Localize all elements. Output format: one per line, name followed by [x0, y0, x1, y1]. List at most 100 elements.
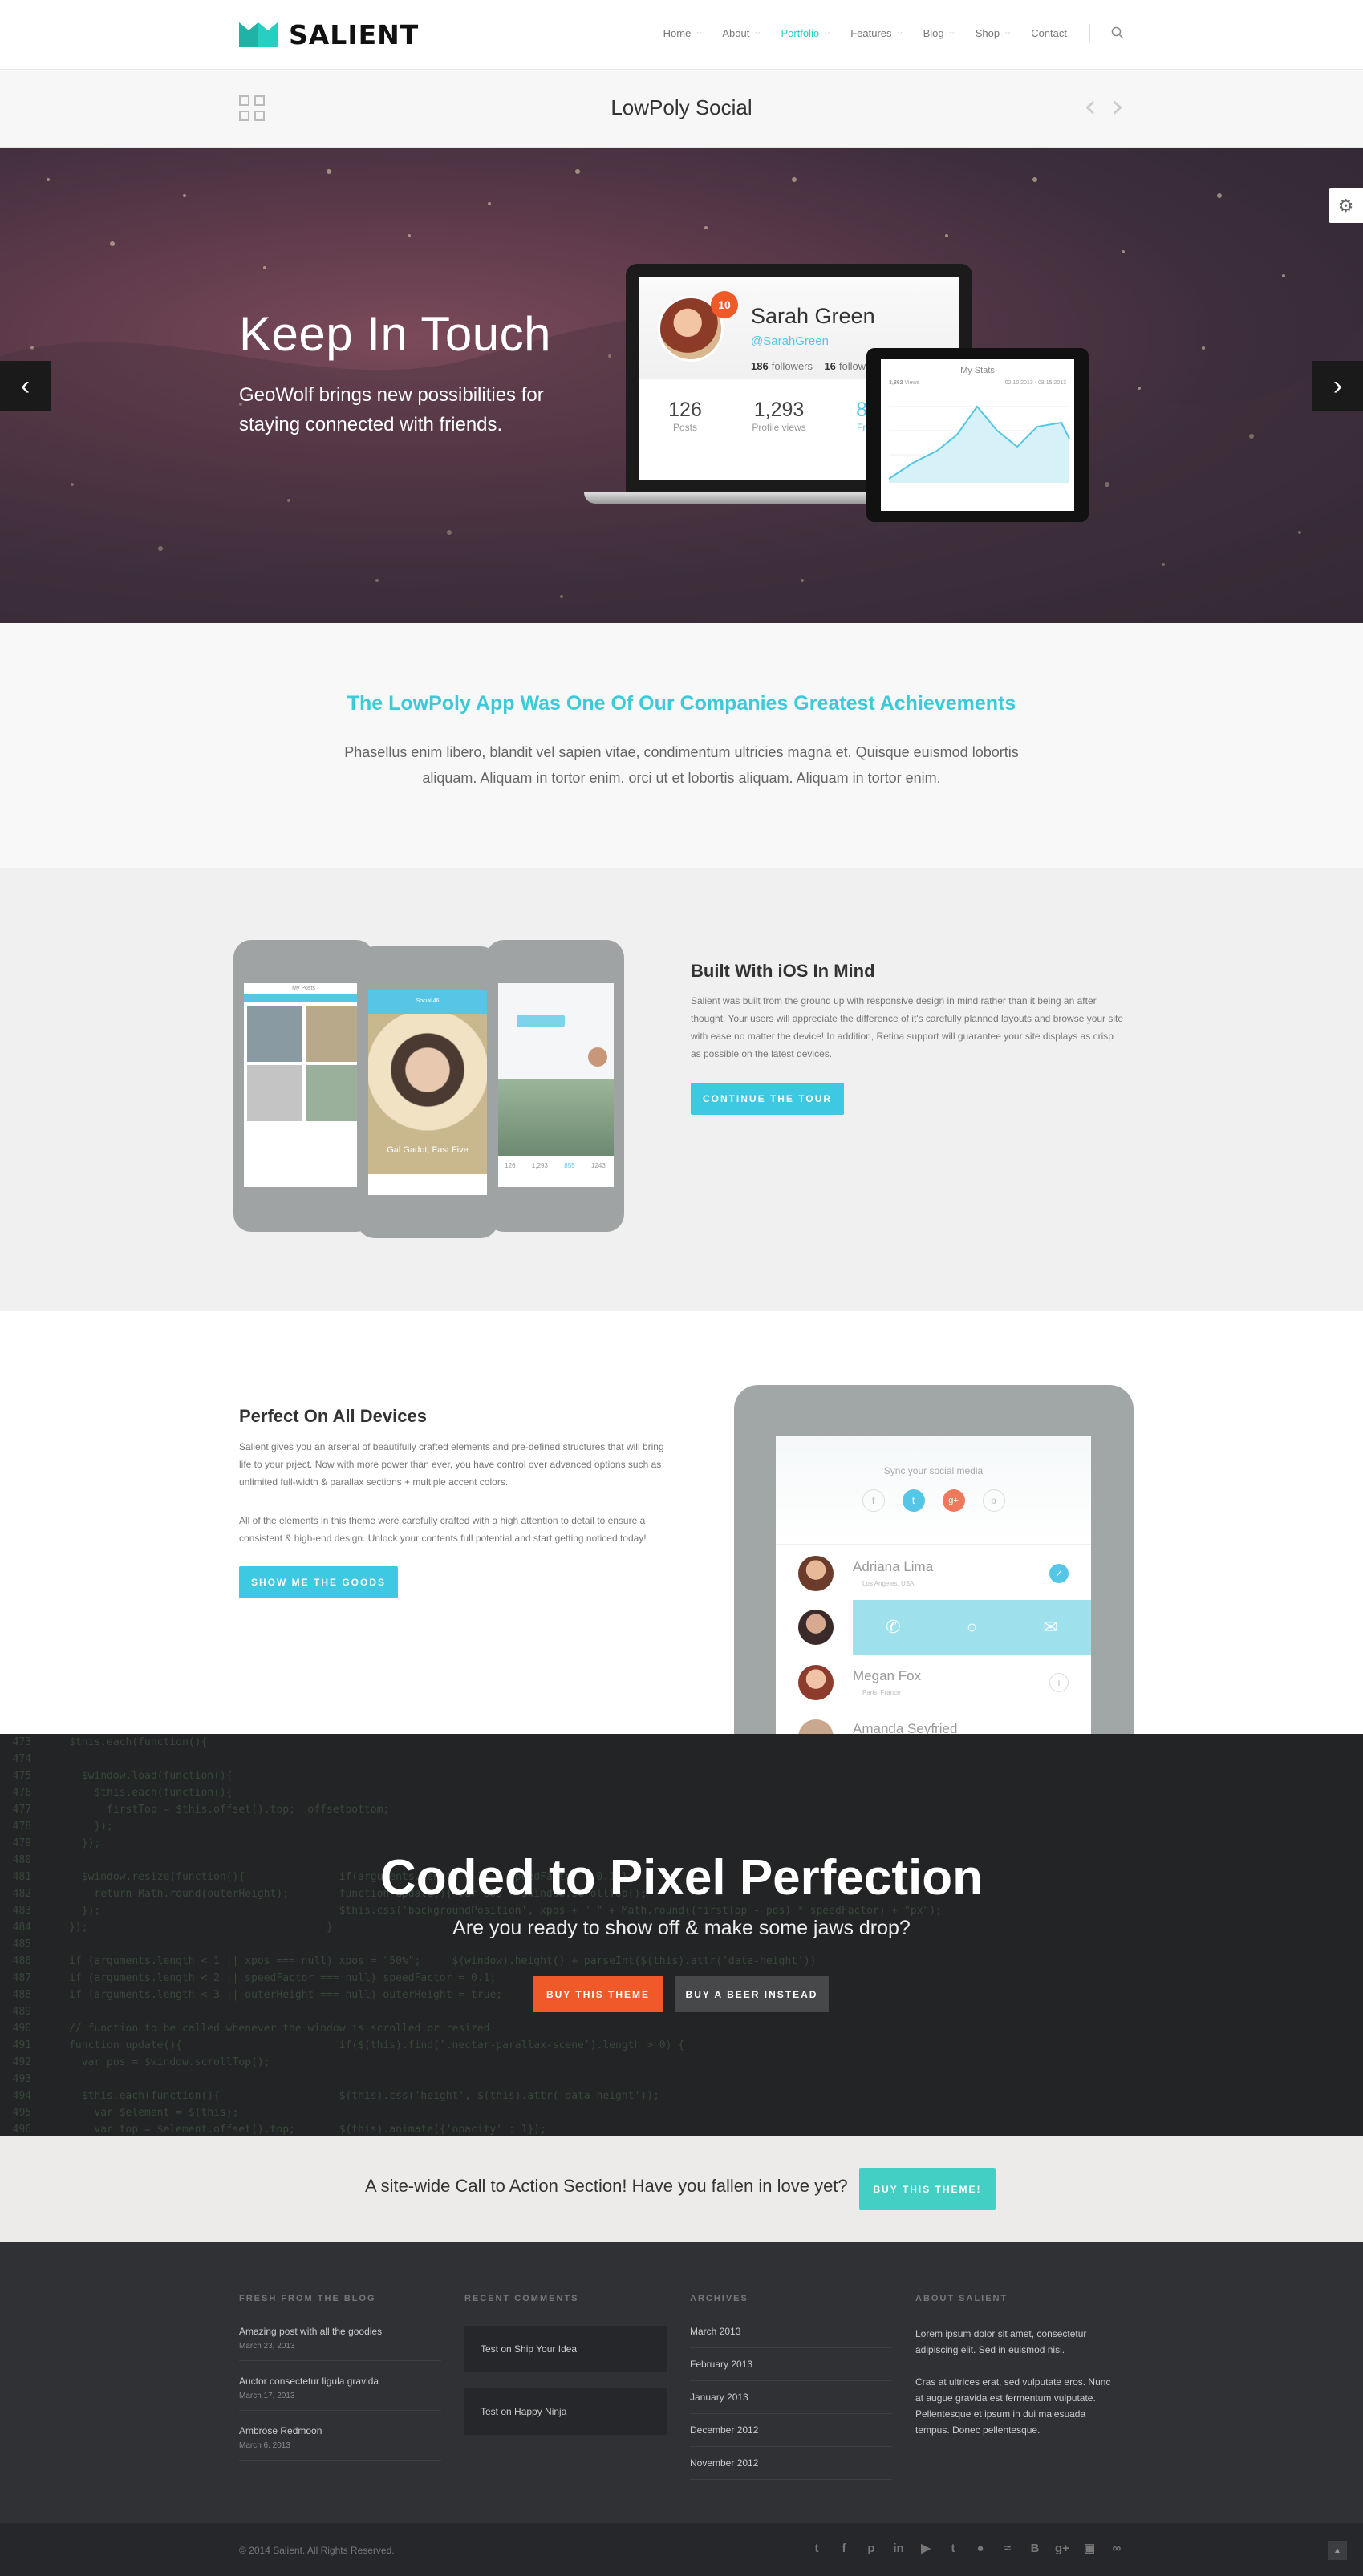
behance-icon[interactable]: B — [1028, 2542, 1042, 2556]
contact-place: Los Angeles, USA — [862, 1580, 915, 1587]
nav-label: About — [722, 26, 750, 39]
contact-name: Adriana Lima — [853, 1559, 934, 1574]
google-plus-icon[interactable]: g+ — [1055, 2542, 1069, 2556]
devices-heading: Perfect On All Devices — [239, 1406, 427, 1426]
phone-mockup-left: My Posts — [233, 940, 374, 1232]
contact-name: Amanda Seyfried — [853, 1721, 958, 1734]
footer-archives: ARCHIVES March 2013 February 2013 Januar… — [690, 2294, 892, 2490]
nav-item-features[interactable]: Features ⌵ — [850, 27, 902, 39]
buy-theme-button[interactable]: BUY THIS THEME — [533, 1976, 663, 2012]
stats-chart — [888, 405, 1070, 483]
nav-label: Shop — [975, 26, 1000, 39]
profile-name: Sarah Green — [751, 304, 875, 328]
twitter-icon[interactable]: t — [809, 2542, 824, 2556]
dribbble-icon[interactable]: ● — [973, 2542, 988, 2556]
ios-heading: Built With iOS In Mind — [691, 961, 875, 981]
chevron-down-icon: ⌵ — [825, 29, 830, 36]
tumblr-icon[interactable]: t — [946, 2542, 960, 2556]
facebook-icon[interactable]: f — [837, 2542, 851, 2556]
nav-item-about[interactable]: About ⌵ — [722, 27, 760, 39]
youtube-icon[interactable]: ▶ — [919, 2542, 933, 2556]
logo[interactable]: SALIENT — [239, 19, 419, 51]
chevron-down-icon: ⌵ — [696, 29, 702, 36]
social-links: t f p in ▶ t ● ≈ B g+ ▣ ∞ — [797, 2542, 1124, 2556]
footer: FRESH FROM THE BLOG Amazing post with al… — [0, 2242, 1363, 2523]
followers-count: 186 — [751, 360, 769, 372]
nav-label: Contact — [1031, 26, 1067, 39]
stats-title: My Stats — [960, 366, 995, 375]
nav-item-blog[interactable]: Blog ⌵ — [923, 27, 955, 39]
coded-heading: Coded to Pixel Perfection — [379, 1850, 984, 1906]
search-icon[interactable] — [1111, 26, 1124, 39]
coded-section: 473 $this.each(function(){ 474 475 $wind… — [0, 1734, 1363, 2136]
linkedin-icon[interactable]: in — [891, 2542, 906, 2556]
slider-prev-button[interactable]: ‹ — [0, 361, 51, 411]
continue-tour-button[interactable]: CONTINUE THE TOUR — [691, 1083, 844, 1115]
phone-title: Social 46 — [368, 990, 487, 1014]
add-icon: + — [1049, 1673, 1069, 1692]
google-plus-icon: g+ — [942, 1489, 965, 1512]
nav-divider — [1089, 24, 1090, 42]
phone-caption: Gal Gadot, Fast Five — [387, 1145, 469, 1155]
chevron-down-icon: ⌵ — [897, 29, 903, 36]
contact-row: Adriana Lima Los Angeles, USA ✓ — [776, 1544, 1091, 1600]
show-goods-button[interactable]: SHOW ME THE GOODS — [239, 1566, 398, 1598]
pinterest-icon[interactable]: p — [864, 2542, 878, 2556]
phone-title: My Posts — [292, 986, 315, 991]
nav-label: Portfolio — [781, 26, 820, 39]
archive-link[interactable]: November 2012 — [690, 2457, 892, 2480]
cta-section: A site-wide Call to Action Section! Have… — [0, 2136, 1363, 2242]
hero-title: Keep In Touch — [239, 307, 552, 361]
buy-beer-button[interactable]: BUY A BEER INSTEAD — [675, 1976, 829, 2012]
about-text-1: Lorem ipsum dolor sit amet, consectetur … — [915, 2328, 1087, 2355]
blog-post-item[interactable]: Auctor consectetur ligula gravida March 1… — [239, 2376, 441, 2411]
next-project-icon[interactable]: › — [1111, 91, 1124, 123]
facebook-icon: f — [862, 1489, 885, 1512]
phone-stats: 126 1,293 855 1243 — [505, 1162, 606, 1169]
archive-link[interactable]: December 2012 — [690, 2424, 892, 2447]
pinterest-icon: p — [982, 1489, 1005, 1512]
site-header: SALIENT Home ⌵ About ⌵ Portfolio ⌵ Features… — [0, 0, 1363, 70]
project-nav: ‹ › — [1069, 91, 1124, 123]
check-icon: ✓ — [1049, 1564, 1069, 1583]
footer-heading: RECENT COMMENTS — [464, 2294, 579, 2303]
archive-link[interactable]: March 2013 — [690, 2326, 892, 2348]
intro-text: Phasellus enim libero, blandit vel sapie… — [344, 744, 1019, 786]
comment-item[interactable]: Test on Happy Ninja — [464, 2388, 667, 2435]
contact-row: Megan Fox Paris, France + — [776, 1655, 1091, 1711]
prev-project-icon[interactable]: ‹ — [1084, 91, 1097, 123]
back-to-top-button[interactable]: ▲ — [1328, 2541, 1347, 2560]
instagram-icon[interactable]: ▣ — [1082, 2542, 1097, 2556]
slider-next-button[interactable]: › — [1312, 361, 1363, 411]
ipad-mockup: Sync your social media f t g+ p Adriana … — [734, 1385, 1134, 1734]
devices-text-1: Salient gives you an arsenal of beautifu… — [239, 1441, 664, 1488]
comment-item[interactable]: Test on Ship Your Idea — [464, 2326, 667, 2372]
intro-heading: The LowPoly App Was One Of Our Companies… — [347, 692, 1016, 715]
blog-post-item[interactable]: Amazing post with all the goodies March 2… — [239, 2326, 441, 2361]
nav-item-portfolio[interactable]: Portfolio ⌵ — [781, 27, 830, 39]
blog-post-item[interactable]: Ambrose Redmoon March 6, 2013 — [239, 2425, 441, 2461]
stumbleupon-icon[interactable]: ∞ — [1109, 2542, 1124, 2556]
cta-buy-button[interactable]: BUY THIS THEME! — [859, 2168, 996, 2210]
hero-slider: Keep In Touch GeoWolf brings new possibi… — [0, 148, 1363, 623]
nav-label: Features — [850, 26, 892, 39]
following-count: 16 — [824, 360, 836, 372]
ios-section: My Posts 126 1,293 855 1243 Social 46 Gal G… — [0, 868, 1363, 1311]
gear-icon[interactable]: ⚙ — [1329, 188, 1363, 223]
profile-handle: @SarahGreen — [751, 334, 829, 348]
about-text-2: Cras at ultrices erat, sed vulputate ero… — [915, 2376, 1111, 2436]
sync-label: Sync your social media — [883, 1465, 984, 1476]
rss-icon[interactable]: ≈ — [1000, 2542, 1015, 2556]
stat-views: 1,293 Profile views — [732, 389, 826, 433]
main-nav: Home ⌵ About ⌵ Portfolio ⌵ Features ⌵ Blog ⌵ … — [643, 24, 1124, 42]
archive-link[interactable]: February 2013 — [690, 2359, 892, 2381]
nav-item-contact[interactable]: Contact — [1031, 27, 1067, 39]
contact-row: Amanda Seyfried — [776, 1711, 1091, 1734]
nav-item-home[interactable]: Home ⌵ — [663, 27, 702, 39]
footer-blog: FRESH FROM THE BLOG Amazing post with al… — [239, 2294, 441, 2475]
nav-item-shop[interactable]: Shop ⌵ — [976, 27, 1010, 39]
chevron-down-icon: ⌵ — [1005, 29, 1011, 36]
archive-link[interactable]: January 2013 — [690, 2392, 892, 2414]
profile-follow-stats: 186 followers 16 following — [751, 360, 880, 372]
followers-label: followers — [771, 360, 813, 372]
